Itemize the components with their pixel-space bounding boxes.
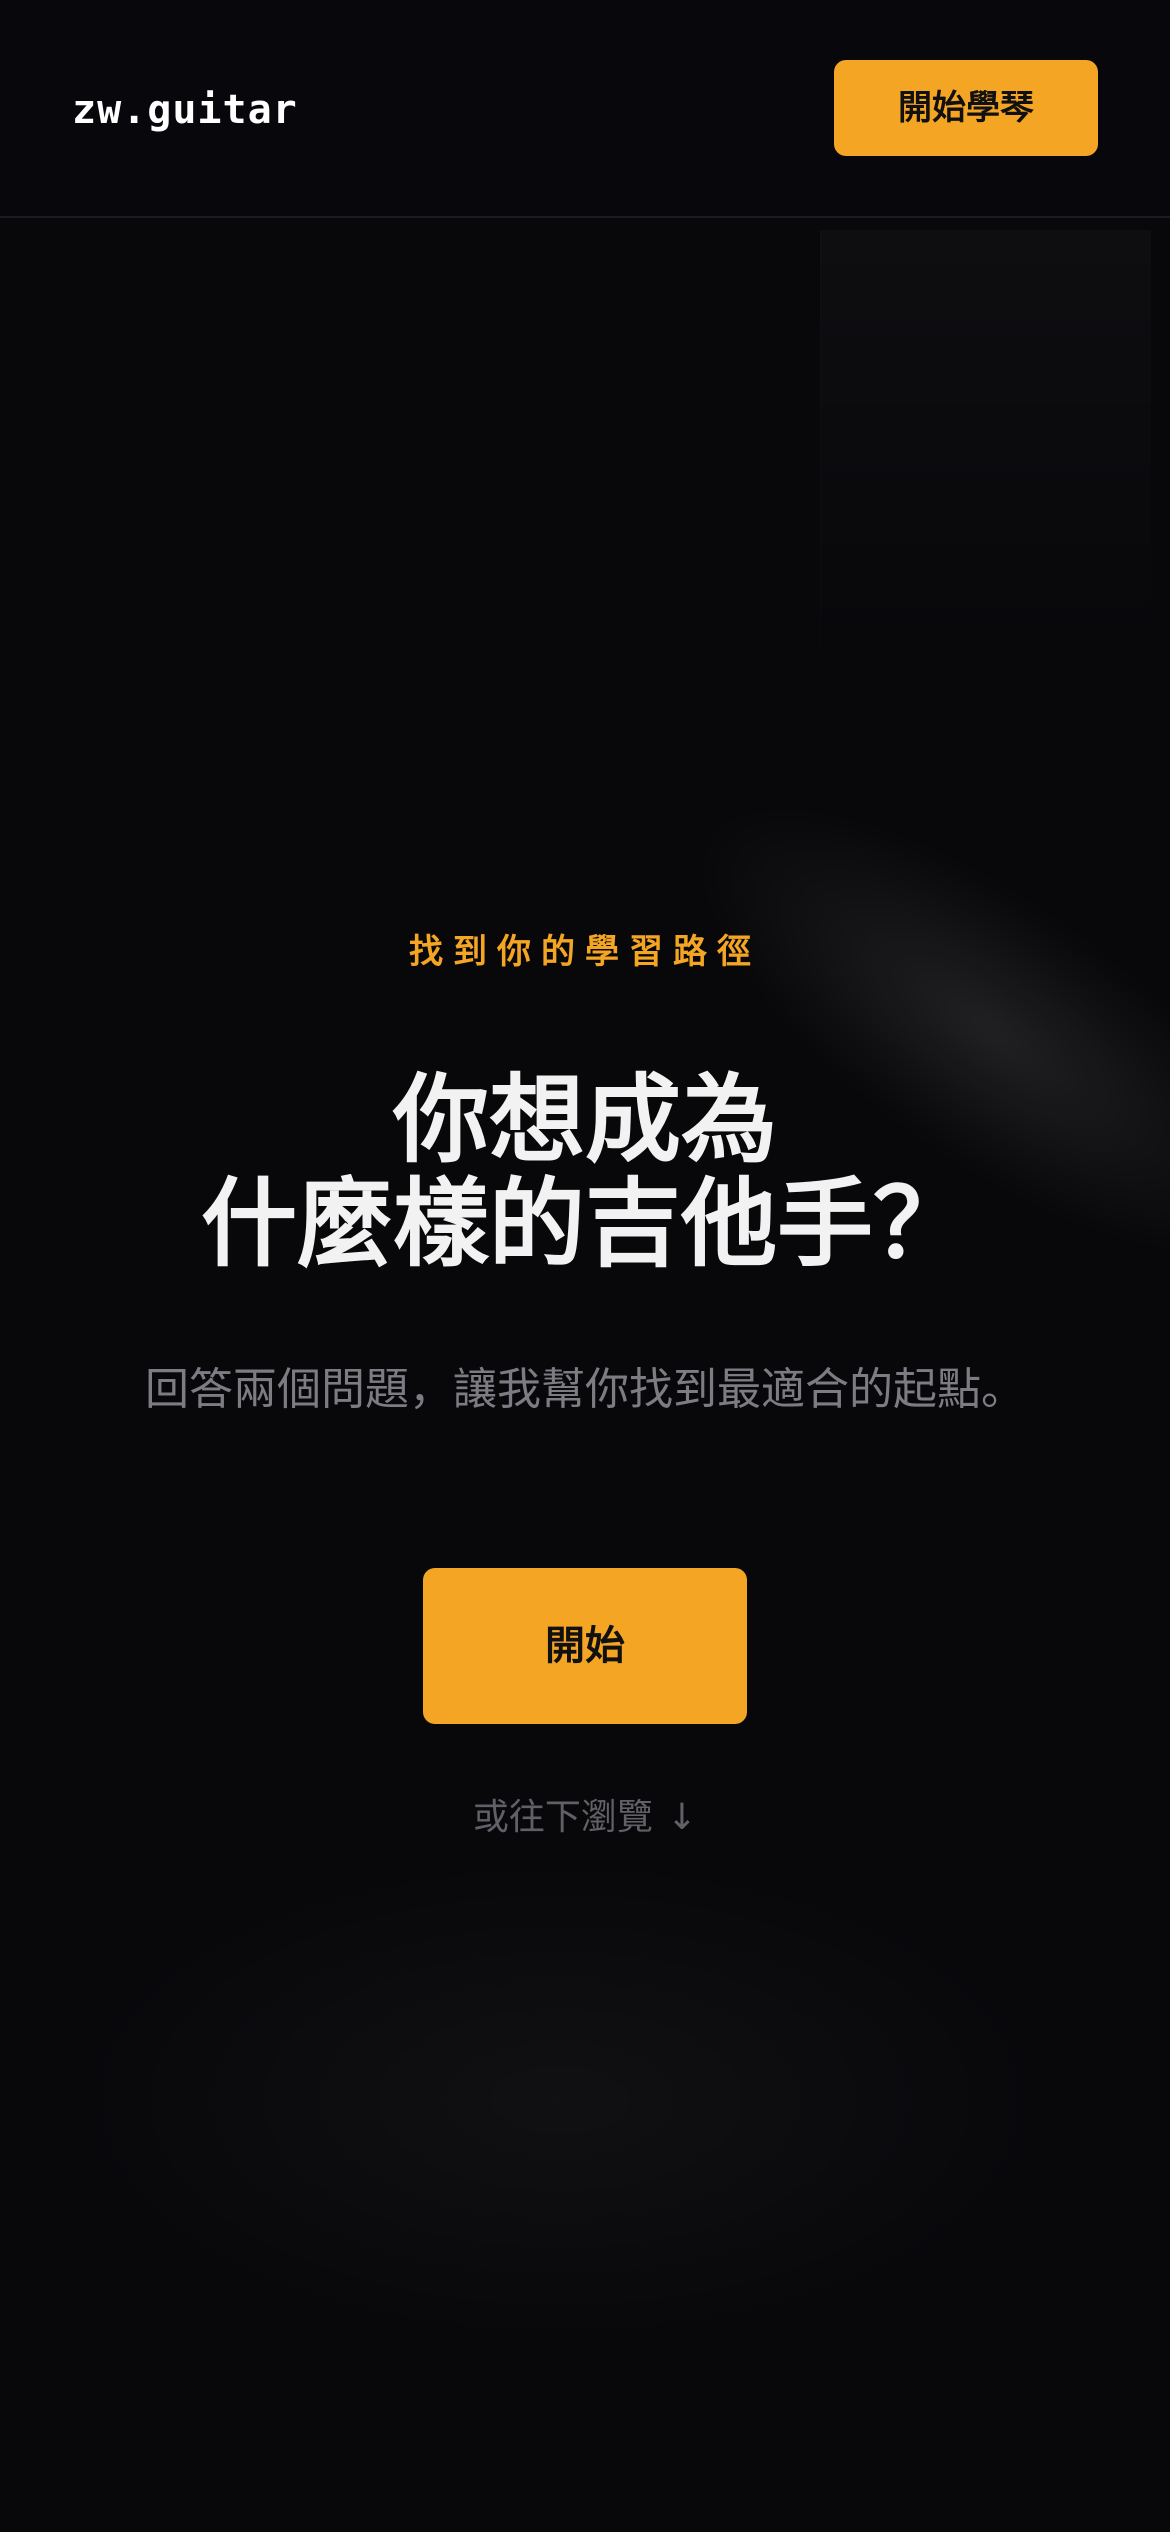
arrow-down-icon: ↓ <box>666 1797 698 1838</box>
hero-headline-line-1: 你想成為 <box>393 1064 777 1176</box>
start-button[interactable]: 開始 <box>423 1568 747 1724</box>
hero-subtitle: 回答兩個問題，讓我幫你找到最適合的起點。 <box>145 1364 1025 1415</box>
start-learning-button[interactable]: 開始學琴 <box>834 60 1098 156</box>
hero-eyebrow: 找到你的學習路徑 <box>409 932 761 972</box>
page: zw.guitar 開始學琴 找到你的學習路徑 你想成為 什麼樣的吉他手？ 回答… <box>0 0 1170 2532</box>
browse-down-link[interactable]: 或往下瀏覽 ↓ <box>0 1788 1170 1848</box>
site-header: zw.guitar 開始學琴 <box>0 0 1170 218</box>
hero-headline: 你想成為 什麼樣的吉他手？ <box>0 1068 1170 1276</box>
logo[interactable]: zw.guitar <box>72 80 298 140</box>
background-vignette <box>60 1850 1060 2350</box>
browse-down-label: 或往下瀏覽 <box>472 1797 653 1838</box>
hero-headline-line-2: 什麼樣的吉他手？ <box>201 1168 969 1280</box>
background-shadow-panel <box>820 230 1151 650</box>
